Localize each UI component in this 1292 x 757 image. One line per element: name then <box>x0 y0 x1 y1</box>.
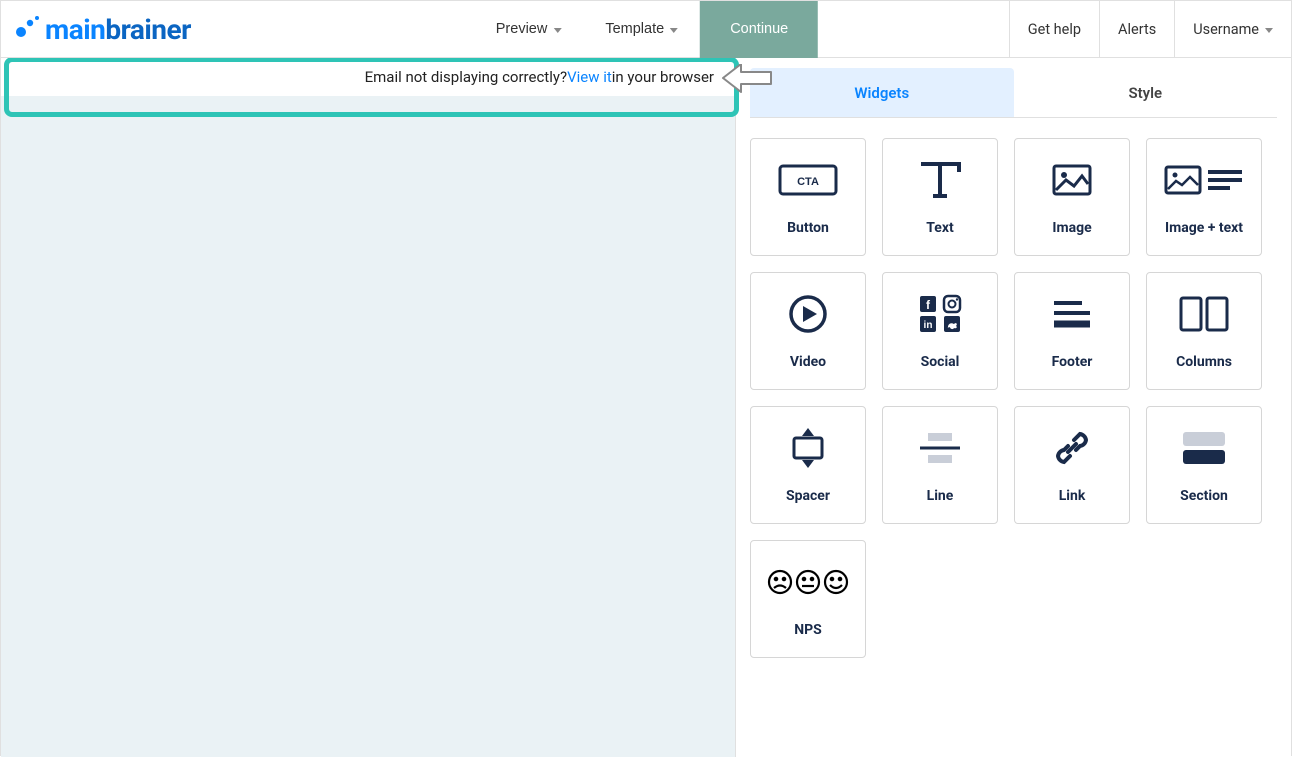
widget-footer[interactable]: Footer <box>1014 272 1130 390</box>
tab-style[interactable]: Style <box>1014 68 1278 117</box>
widget-label: Video <box>790 354 826 370</box>
spacer-icon <box>788 426 828 470</box>
widget-label: Section <box>1180 488 1228 504</box>
preview-label: Preview <box>496 21 548 37</box>
widget-grid: CTA Button Text <box>736 118 1291 678</box>
logo-text: mainbrainer <box>45 13 191 46</box>
chain-link-icon <box>1052 426 1092 470</box>
widget-image-text[interactable]: Image + text <box>1146 138 1262 256</box>
faces-icon <box>766 560 850 604</box>
section-icon <box>1181 426 1227 470</box>
widget-label: Footer <box>1052 354 1093 370</box>
right-sidebar: Widgets Style CTA Button <box>735 58 1291 757</box>
email-canvas[interactable]: Email not displaying correctly? View it … <box>1 58 735 757</box>
template-dropdown[interactable]: Template <box>583 1 700 58</box>
view-in-browser-link[interactable]: View it <box>567 68 612 86</box>
header-center-nav: Preview Template Continue <box>474 1 818 57</box>
alerts-link[interactable]: Alerts <box>1099 1 1174 57</box>
widget-spacer[interactable]: Spacer <box>750 406 866 524</box>
widget-label: Image + text <box>1165 220 1243 236</box>
widget-label: Button <box>787 220 829 236</box>
app-header: mainbrainer Preview Template Continue Ge… <box>1 1 1291 58</box>
widget-line[interactable]: Line <box>882 406 998 524</box>
widget-label: Spacer <box>786 488 830 504</box>
widget-text[interactable]: Text <box>882 138 998 256</box>
preview-dropdown[interactable]: Preview <box>474 1 584 58</box>
header-right-nav: Get help Alerts Username <box>1009 1 1291 57</box>
widget-social[interactable]: f in Social <box>882 272 998 390</box>
widget-nps[interactable]: NPS <box>750 540 866 658</box>
email-prefix-text: Email not displaying correctly? <box>365 68 567 86</box>
chevron-down-icon <box>553 28 561 33</box>
get-help-link[interactable]: Get help <box>1009 1 1099 57</box>
email-suffix-text: in your browser <box>612 68 714 86</box>
chevron-down-icon <box>1265 28 1273 33</box>
footer-lines-icon <box>1052 292 1092 336</box>
continue-button[interactable]: Continue <box>700 1 818 58</box>
widget-image[interactable]: Image <box>1014 138 1130 256</box>
template-label: Template <box>605 21 664 37</box>
tab-widgets[interactable]: Widgets <box>750 68 1014 117</box>
logo[interactable]: mainbrainer <box>1 13 191 46</box>
chevron-down-icon <box>670 28 678 33</box>
widget-label: Link <box>1059 488 1086 504</box>
cta-button-icon: CTA <box>778 158 838 202</box>
widget-section[interactable]: Section <box>1146 406 1262 524</box>
svg-text:CTA: CTA <box>797 176 819 188</box>
text-icon <box>917 158 963 202</box>
email-preview-strip[interactable]: Email not displaying correctly? View it … <box>1 58 734 96</box>
widget-columns[interactable]: Columns <box>1146 272 1262 390</box>
widget-label: NPS <box>794 622 822 638</box>
widget-button[interactable]: CTA Button <box>750 138 866 256</box>
widget-label: Text <box>926 220 953 236</box>
columns-icon <box>1179 292 1229 336</box>
widget-link[interactable]: Link <box>1014 406 1130 524</box>
main-area: Email not displaying correctly? View it … <box>1 58 1291 757</box>
line-icon <box>918 426 962 470</box>
widget-label: Columns <box>1176 354 1232 370</box>
widget-video[interactable]: Video <box>750 272 866 390</box>
social-icons-icon: f in <box>918 292 962 336</box>
image-text-icon <box>1164 158 1244 202</box>
logo-dots-icon <box>15 14 41 44</box>
image-icon <box>1052 158 1092 202</box>
pointer-arrow-icon <box>721 64 773 104</box>
widget-label: Line <box>927 488 954 504</box>
sidebar-tabs: Widgets Style <box>750 68 1277 118</box>
svg-text:in: in <box>924 320 933 331</box>
widget-label: Image <box>1052 220 1091 236</box>
play-circle-icon <box>788 292 828 336</box>
widget-label: Social <box>921 354 960 370</box>
username-dropdown[interactable]: Username <box>1174 1 1291 57</box>
